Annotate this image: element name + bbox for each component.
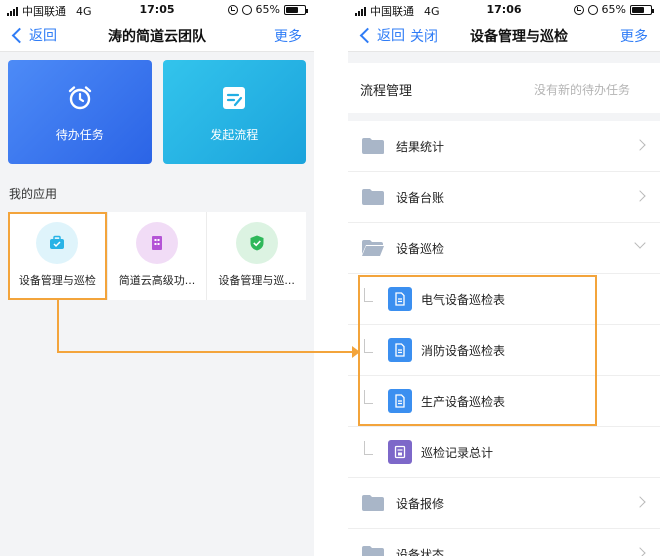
rotation-lock-icon	[227, 4, 238, 15]
folder-status[interactable]: 设备状态	[348, 529, 660, 556]
chevron-right-icon	[634, 496, 646, 508]
folder-open-icon	[362, 240, 384, 256]
chevron-right-icon	[634, 547, 646, 556]
folder-inspection[interactable]: 设备巡检	[348, 223, 660, 274]
folder-icon	[362, 495, 384, 511]
highlight-box-app	[8, 212, 107, 300]
chevron-right-icon	[634, 139, 646, 151]
folder-results[interactable]: 结果统计	[348, 121, 660, 172]
more-button[interactable]: 更多	[274, 26, 302, 46]
folder-icon	[362, 189, 384, 205]
battery-percent: 65%	[255, 3, 280, 16]
alarm-clock-icon	[68, 86, 91, 110]
folder-label: 设备巡检	[396, 242, 445, 256]
edit-form-icon	[223, 87, 246, 109]
tile-label: 发起流程	[210, 128, 259, 142]
process-title: 流程管理	[360, 84, 413, 99]
folder-icon	[362, 546, 384, 556]
report-icon	[394, 445, 406, 459]
app-advanced-features[interactable]: 简道云高级功...	[106, 212, 207, 300]
nav-bar: 返回 涛的简道云团队 更多	[0, 20, 314, 52]
shield-check-icon	[250, 235, 264, 251]
nav-bar: 返回 关闭 设备管理与巡检 更多	[348, 20, 660, 52]
status-bar: 中国联通 4G 17:05 65%	[0, 0, 314, 20]
alarm-status-icon	[241, 4, 252, 15]
status-bar: 中国联通 4G 17:06 65%	[348, 0, 660, 20]
rotation-lock-icon	[573, 4, 584, 15]
app-label: 简道云高级功...	[118, 274, 196, 287]
building-icon	[152, 236, 162, 250]
folder-label: 结果统计	[396, 140, 445, 154]
tree-connector	[364, 441, 373, 455]
report-inspection-summary[interactable]: 巡检记录总计	[348, 427, 660, 478]
alarm-status-icon	[587, 4, 598, 15]
app-equipment-inspection-2[interactable]: 设备管理与巡...	[206, 212, 306, 300]
page-title: 涛的简道云团队	[108, 29, 206, 45]
folder-label: 设备台账	[396, 191, 445, 205]
battery-icon	[630, 4, 654, 15]
process-management-row[interactable]: 流程管理 没有新的待办任务	[348, 63, 660, 113]
folder-label: 设备报修	[396, 497, 445, 511]
page-title: 设备管理与巡检	[470, 29, 568, 45]
chevron-right-icon	[634, 190, 646, 202]
todo-tasks-tile[interactable]: 待办任务	[8, 60, 152, 164]
folder-icon	[362, 138, 384, 154]
tile-label: 待办任务	[55, 128, 104, 142]
folder-label: 设备状态	[396, 548, 445, 556]
battery-icon	[284, 4, 308, 15]
start-process-tile[interactable]: 发起流程	[162, 60, 306, 164]
battery-percent: 65%	[601, 3, 626, 16]
chevron-down-icon	[634, 237, 646, 249]
process-status: 没有新的待办任务	[533, 83, 630, 97]
report-label: 巡检记录总计	[421, 446, 494, 460]
more-button[interactable]: 更多	[620, 26, 648, 46]
highlight-box-forms	[358, 275, 597, 426]
quick-tiles: 待办任务 发起流程	[8, 60, 306, 164]
app-label: 设备管理与巡...	[218, 274, 295, 287]
folder-repair[interactable]: 设备报修	[348, 478, 660, 529]
folder-ledger[interactable]: 设备台账	[348, 172, 660, 223]
my-apps-heading: 我的应用	[9, 187, 58, 201]
